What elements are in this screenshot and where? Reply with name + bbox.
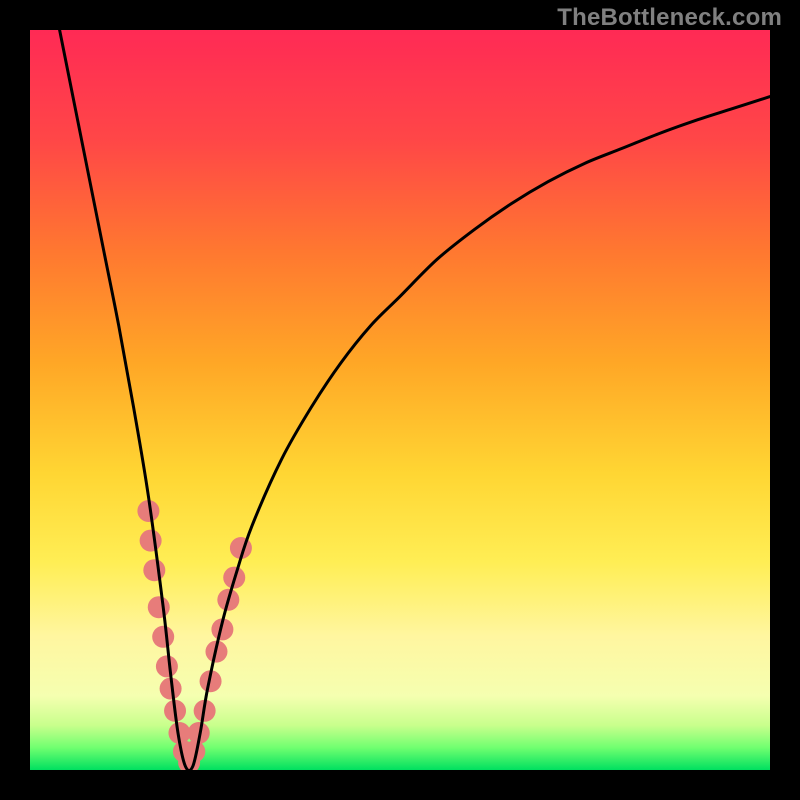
bottleneck-plot	[30, 30, 770, 770]
curve-marker	[140, 530, 162, 552]
curve-marker	[156, 655, 178, 677]
gradient-background	[30, 30, 770, 770]
curve-marker	[152, 626, 174, 648]
chart-frame: TheBottleneck.com	[0, 0, 800, 800]
curve-marker	[148, 596, 170, 618]
watermark-text: TheBottleneck.com	[557, 4, 782, 32]
curve-marker	[143, 559, 165, 581]
